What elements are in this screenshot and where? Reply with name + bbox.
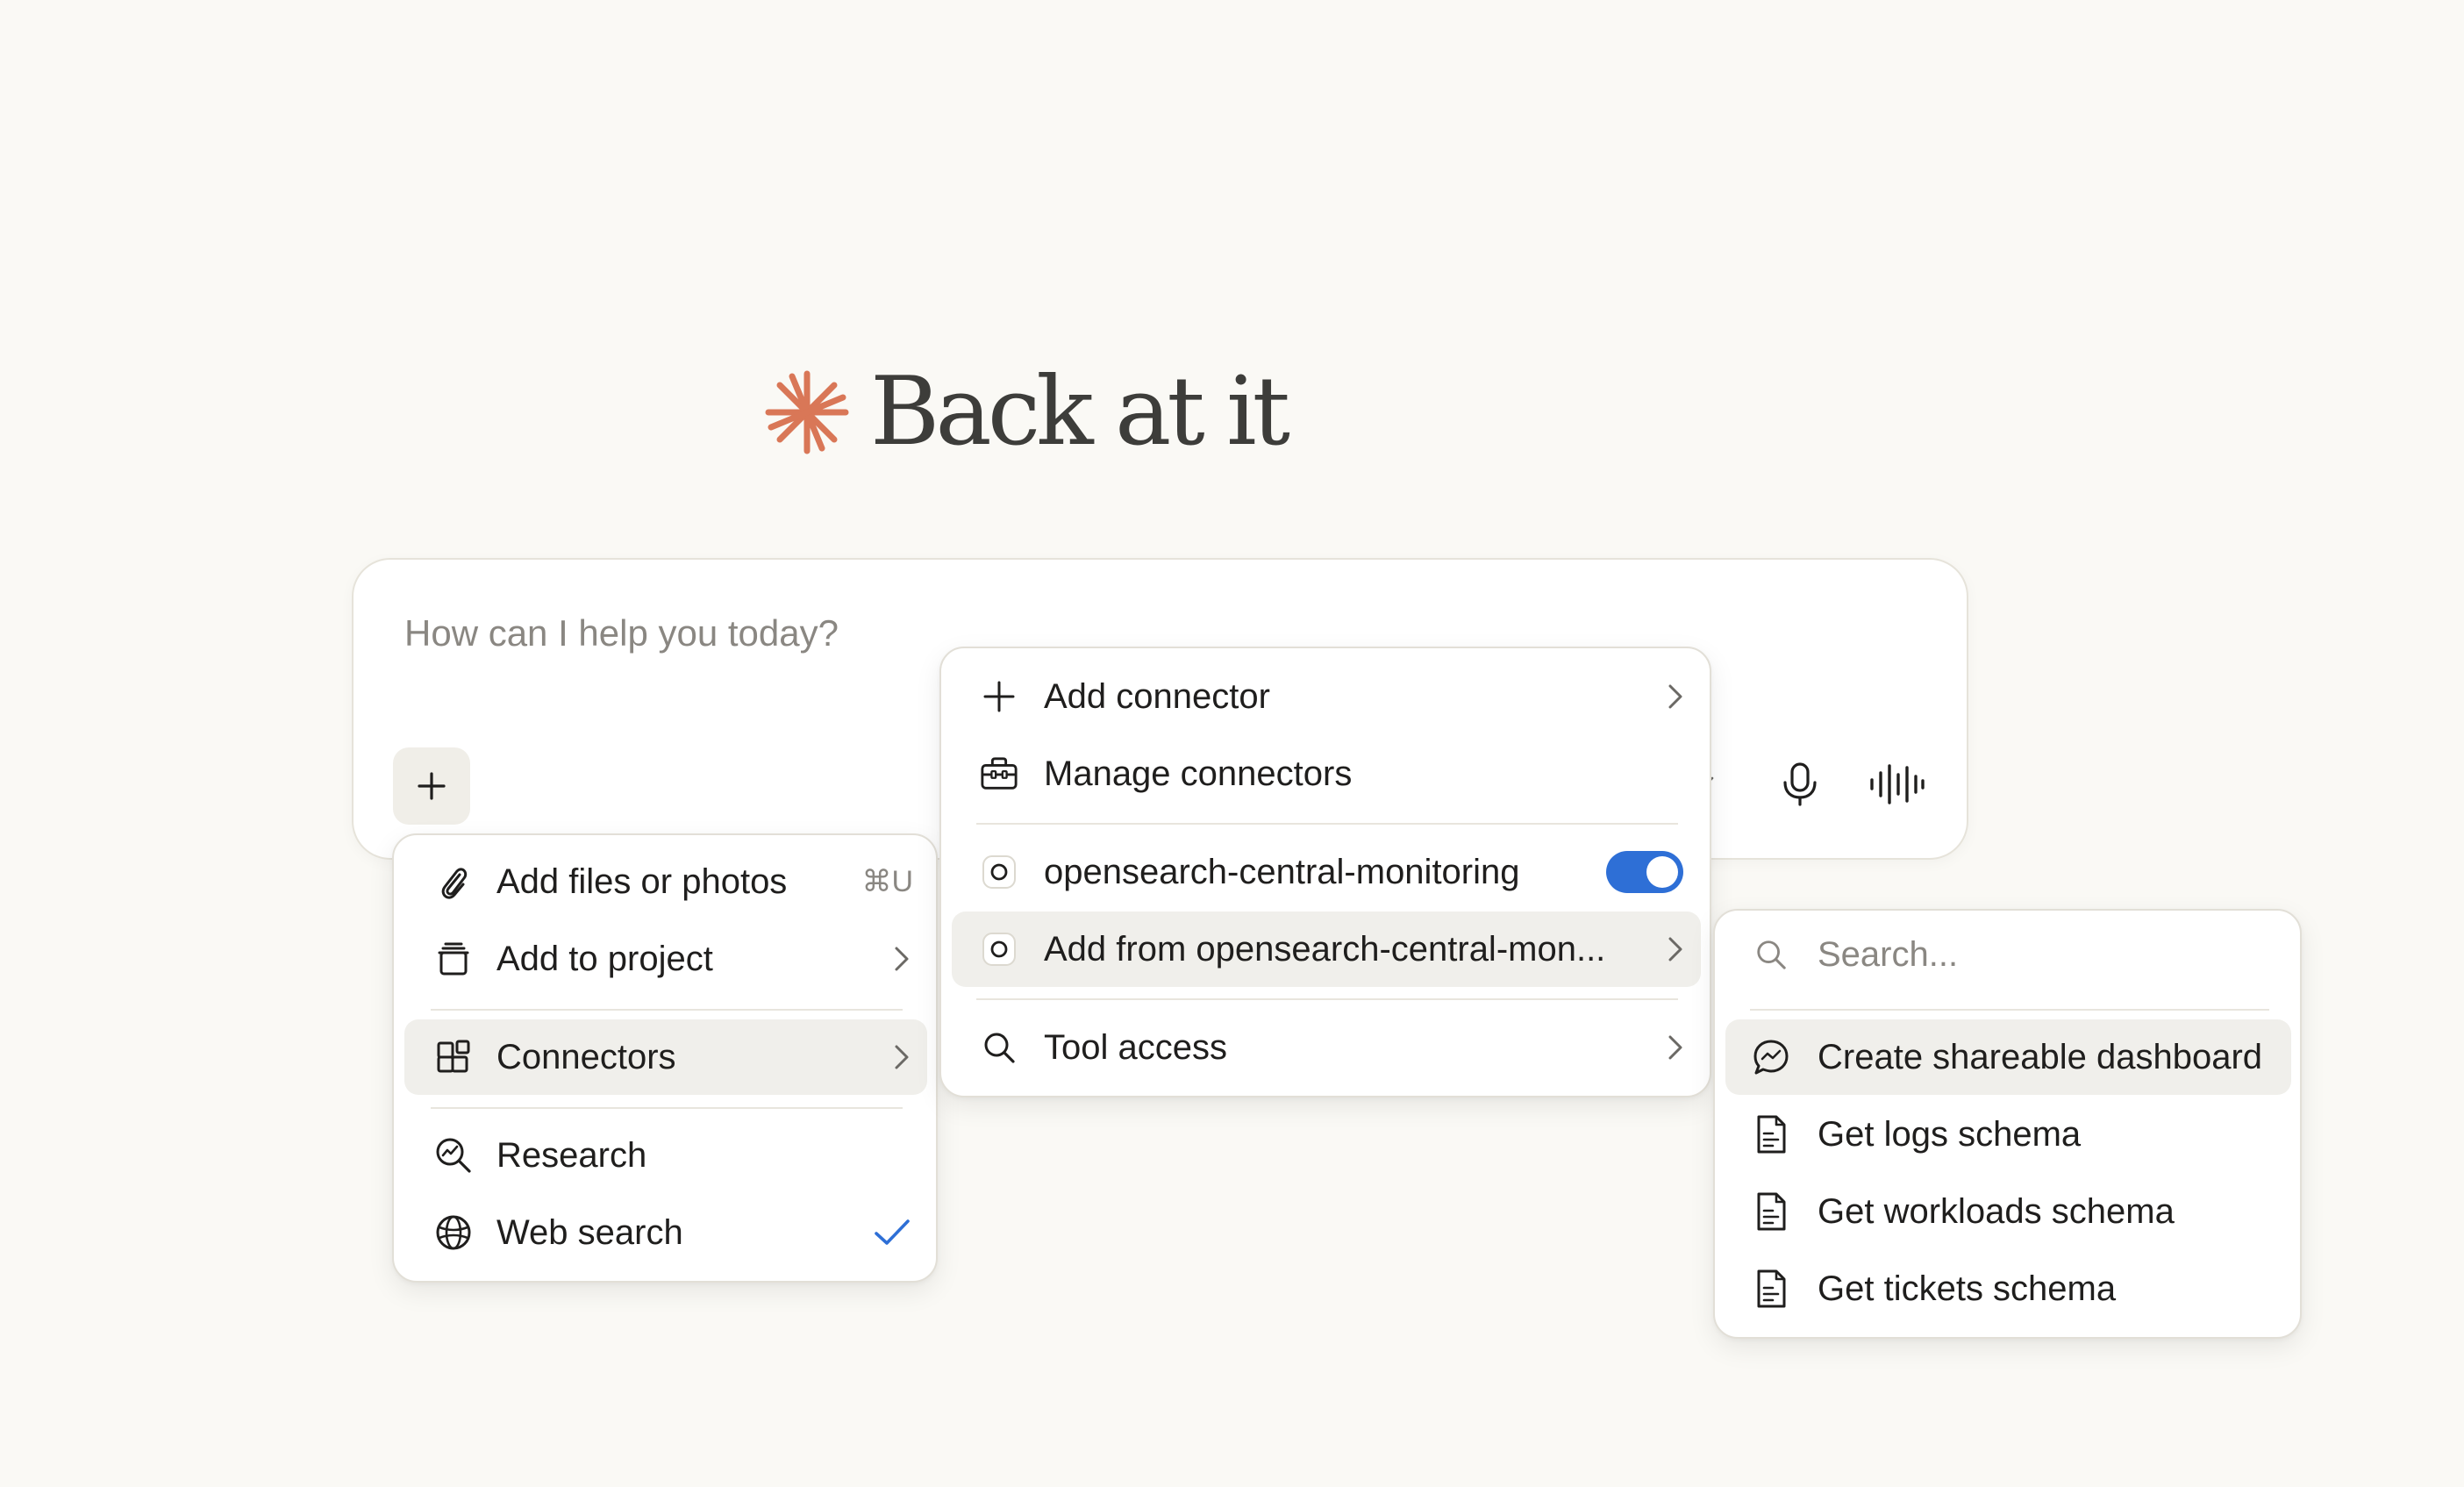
menu-item-label: Get tickets schema <box>1818 1269 2117 1308</box>
project-icon <box>434 940 473 978</box>
document-icon <box>1752 1192 1790 1231</box>
menu-item-connectors[interactable]: Connectors <box>404 1019 927 1095</box>
plus-icon <box>980 677 1018 716</box>
menu-divider <box>976 998 1678 1000</box>
menu-item-research[interactable]: Research <box>404 1118 927 1193</box>
tools-menu: Search... Create shareable dashboard Get… <box>1713 909 2302 1339</box>
menu-item-add-files[interactable]: Add files or photos ⌘U <box>404 844 927 919</box>
chevron-right-icon <box>1666 682 1685 711</box>
microphone-icon <box>1783 762 1817 806</box>
greeting: Back at it <box>763 347 1290 478</box>
menu-item-add-to-project[interactable]: Add to project <box>404 921 927 997</box>
tool-item-get-tickets-schema[interactable]: Get tickets schema <box>1725 1251 2291 1326</box>
chevron-right-icon <box>1666 1033 1685 1062</box>
menu-item-label: Get logs schema <box>1818 1115 2082 1154</box>
tool-item-get-workloads-schema[interactable]: Get workloads schema <box>1725 1174 2291 1249</box>
toggle-knob <box>1646 856 1678 888</box>
spark-icon <box>765 370 849 454</box>
connectors-icon <box>434 1038 473 1076</box>
voice-mode-button[interactable] <box>1863 756 1930 812</box>
menu-item-manage-connectors[interactable]: Manage connectors <box>952 736 1701 811</box>
menu-item-label: Get workloads schema <box>1818 1192 2175 1231</box>
menu-item-connector-opensearch: opensearch-central-monitoring <box>952 834 1701 910</box>
globe-icon <box>434 1213 473 1252</box>
composer-input[interactable]: How can I help you today? <box>404 612 839 654</box>
menu-item-label: Add from opensearch-central-mon... <box>1044 930 1606 969</box>
menu-item-label: Web search <box>496 1213 683 1252</box>
attach-menu: Add files or photos ⌘U Add to project Co… <box>392 833 938 1283</box>
menu-divider <box>1750 1009 2269 1011</box>
greeting-title: Back at it <box>870 357 1290 467</box>
menu-item-label: opensearch-central-monitoring <box>1044 853 1520 891</box>
chevron-right-icon <box>1666 934 1685 964</box>
menu-divider <box>976 823 1678 825</box>
microphone-button[interactable] <box>1772 756 1828 812</box>
research-icon <box>434 1136 473 1175</box>
menu-divider <box>431 1009 903 1011</box>
menu-item-label: Connectors <box>496 1038 676 1076</box>
tools-search-input[interactable]: Search... <box>1818 935 1958 975</box>
menu-item-add-connector[interactable]: Add connector <box>952 659 1701 734</box>
voice-waveform-icon <box>1870 764 1925 804</box>
menu-item-label: Research <box>496 1136 647 1175</box>
menu-item-tool-access[interactable]: Tool access <box>952 1010 1701 1085</box>
tool-item-create-dashboard[interactable]: Create shareable dashboard <box>1725 1019 2291 1095</box>
toolbox-icon <box>980 754 1018 793</box>
chevron-right-icon <box>892 944 911 974</box>
menu-item-label: Tool access <box>1044 1028 1227 1067</box>
menu-item-label: Add connector <box>1044 677 1270 716</box>
document-icon <box>1752 1269 1790 1308</box>
paperclip-icon <box>434 862 473 901</box>
menu-item-web-search[interactable]: Web search <box>404 1195 927 1270</box>
chevron-right-icon <box>892 1042 911 1072</box>
menu-item-label: Add files or photos <box>496 862 788 901</box>
search-icon <box>1752 935 1790 974</box>
tools-search[interactable]: Search... <box>1725 923 2291 986</box>
connectors-menu: Add connector Manage connectors opensear… <box>939 647 1711 1097</box>
menu-divider <box>431 1107 903 1109</box>
connector-toggle[interactable] <box>1606 851 1683 893</box>
tool-item-get-logs-schema[interactable]: Get logs schema <box>1725 1097 2291 1172</box>
menu-item-add-from-opensearch[interactable]: Add from opensearch-central-mon... <box>952 912 1701 987</box>
menu-item-label: Create shareable dashboard <box>1818 1038 2263 1076</box>
connector-dot-icon <box>980 930 1018 969</box>
checkmark-icon <box>873 1218 911 1248</box>
menu-item-label: Manage connectors <box>1044 754 1353 793</box>
chat-bubble-icon <box>1752 1038 1790 1076</box>
menu-item-label: Add to project <box>496 940 713 978</box>
plus-icon <box>418 772 446 800</box>
search-icon <box>980 1028 1018 1067</box>
add-attachment-button[interactable] <box>393 747 470 825</box>
shortcut-label: ⌘U <box>861 865 913 898</box>
connector-dot-icon <box>980 853 1018 891</box>
document-icon <box>1752 1115 1790 1154</box>
